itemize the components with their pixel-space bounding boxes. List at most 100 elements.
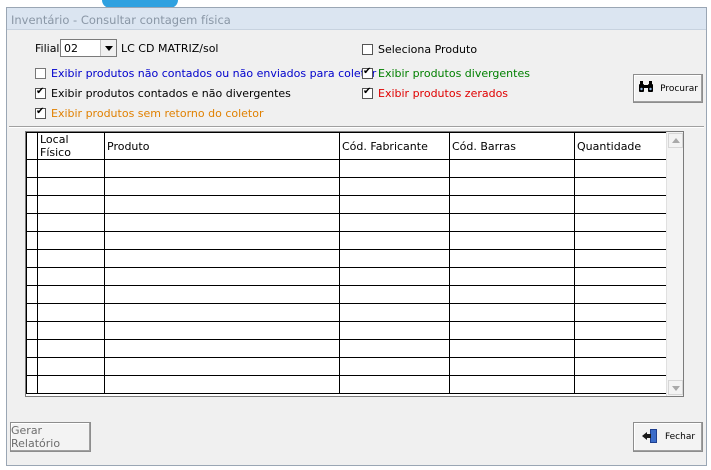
table-cell[interactable] [449,177,575,196]
checkbox-contados[interactable]: Exibir produtos contados e não divergent… [35,86,291,100]
table-cell[interactable] [574,177,667,196]
table-cell[interactable] [449,267,575,286]
table-cell[interactable] [574,285,667,304]
table-row[interactable] [26,249,667,268]
table-cell[interactable] [104,177,340,196]
table-cell[interactable] [37,231,105,250]
checkbox-box[interactable] [35,106,46,119]
table-cell[interactable] [574,159,667,178]
table-cell[interactable] [449,195,575,214]
checkbox-box[interactable] [362,44,373,55]
table-row[interactable] [26,339,667,358]
table-cell[interactable] [37,177,105,196]
row-indicator-cell[interactable] [26,321,38,340]
checkbox-divergentes[interactable]: Exibir produtos divergentes [362,66,530,80]
table-cell[interactable] [37,249,105,268]
table-cell[interactable] [104,285,340,304]
table-cell[interactable] [574,375,667,394]
table-cell[interactable] [37,303,105,322]
table-cell[interactable] [574,231,667,250]
table-cell[interactable] [449,303,575,322]
table-cell[interactable] [339,357,450,376]
table-cell[interactable] [104,267,340,286]
row-indicator-cell[interactable] [26,231,38,250]
table-row[interactable] [26,177,667,196]
table-cell[interactable] [104,231,340,250]
table-cell[interactable] [104,249,340,268]
chevron-down-icon[interactable] [100,40,116,56]
row-indicator-cell[interactable] [26,357,38,376]
table-cell[interactable] [339,339,450,358]
table-row[interactable] [26,285,667,304]
table-row[interactable] [26,357,667,376]
table-cell[interactable] [449,357,575,376]
table-cell[interactable] [449,231,575,250]
table-cell[interactable] [104,195,340,214]
gerar-relatorio-button[interactable]: Gerar Relatório [10,422,91,452]
table-cell[interactable] [37,213,105,232]
row-indicator-cell[interactable] [26,303,38,322]
col-local-fisico[interactable]: Local Físico [37,132,105,160]
checkbox-zerados[interactable]: Exibir produtos zerados [362,86,508,100]
table-cell[interactable] [339,321,450,340]
table-cell[interactable] [339,303,450,322]
table-cell[interactable] [574,303,667,322]
table-cell[interactable] [339,267,450,286]
scroll-down-icon[interactable] [668,380,683,395]
results-grid[interactable]: Local Físico Produto Cód. Fabricante Cód… [25,131,684,397]
table-row[interactable] [26,213,667,232]
table-cell[interactable] [449,249,575,268]
checkbox-nao-contados[interactable]: Exibir produtos não contados ou não envi… [35,67,376,80]
table-row[interactable] [26,267,667,286]
table-row[interactable] [26,159,667,178]
row-indicator-cell[interactable] [26,177,38,196]
filial-select[interactable]: 02 [60,39,117,57]
table-cell[interactable] [37,375,105,394]
table-cell[interactable] [339,285,450,304]
row-indicator-cell[interactable] [26,213,38,232]
col-produto[interactable]: Produto [104,132,340,160]
table-cell[interactable] [574,213,667,232]
table-cell[interactable] [574,339,667,358]
checkbox-box[interactable] [35,86,46,99]
table-cell[interactable] [574,195,667,214]
table-cell[interactable] [449,159,575,178]
table-cell[interactable] [449,375,575,394]
row-indicator-cell[interactable] [26,159,38,178]
table-cell[interactable] [104,339,340,358]
table-cell[interactable] [37,159,105,178]
checkbox-seleciona-produto[interactable]: Seleciona Produto [362,43,477,56]
table-row[interactable] [26,303,667,322]
table-cell[interactable] [574,267,667,286]
table-cell[interactable] [37,267,105,286]
table-row[interactable] [26,375,667,394]
checkbox-box[interactable] [362,66,373,79]
table-cell[interactable] [339,249,450,268]
table-cell[interactable] [37,285,105,304]
table-cell[interactable] [449,339,575,358]
table-cell[interactable] [37,321,105,340]
fechar-button[interactable]: Fechar [633,422,703,452]
table-cell[interactable] [104,213,340,232]
col-cod-fabricante[interactable]: Cód. Fabricante [339,132,450,160]
table-cell[interactable] [574,321,667,340]
table-cell[interactable] [104,321,340,340]
checkbox-box[interactable] [362,86,373,99]
row-indicator-cell[interactable] [26,267,38,286]
table-cell[interactable] [574,357,667,376]
row-indicator-cell[interactable] [26,195,38,214]
row-indicator-cell[interactable] [26,249,38,268]
table-cell[interactable] [449,213,575,232]
table-cell[interactable] [339,159,450,178]
table-cell[interactable] [339,375,450,394]
table-cell[interactable] [339,231,450,250]
row-indicator-cell[interactable] [26,285,38,304]
checkbox-box[interactable] [35,68,46,79]
table-row[interactable] [26,231,667,250]
table-cell[interactable] [574,249,667,268]
table-cell[interactable] [104,303,340,322]
table-cell[interactable] [104,159,340,178]
checkbox-sem-retorno[interactable]: Exibir produtos sem retorno do coletor [35,106,264,120]
table-cell[interactable] [449,285,575,304]
table-cell[interactable] [339,177,450,196]
